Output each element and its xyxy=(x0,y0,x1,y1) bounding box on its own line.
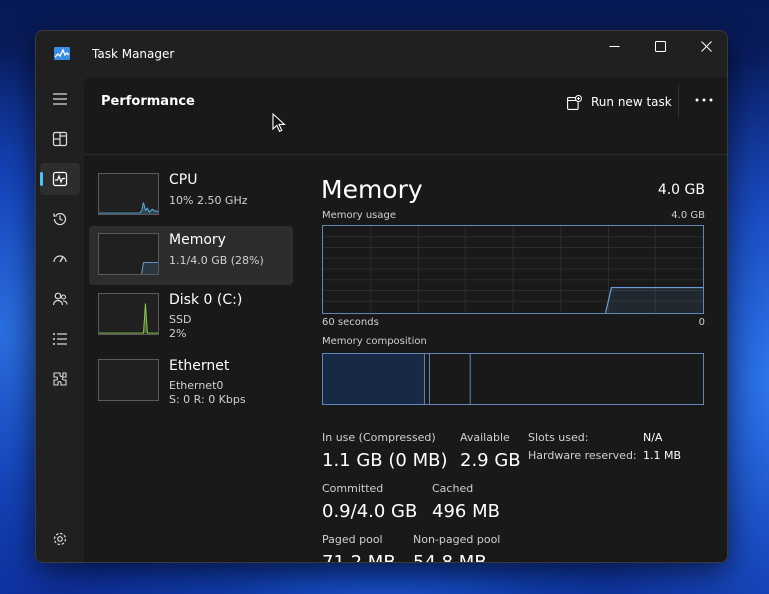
device-detail: 10% 2.50 GHz xyxy=(169,194,248,207)
slots-used-value: N/A xyxy=(643,431,663,444)
minimize-button[interactable] xyxy=(591,31,637,61)
device-item-memory[interactable]: Memory 1.1/4.0 GB (28%) xyxy=(89,226,293,285)
device-item-disk[interactable]: Disk 0 (C:) SSD 2% xyxy=(89,286,293,345)
device-name: Ethernet xyxy=(169,358,230,374)
nav-item-details[interactable] xyxy=(40,323,80,355)
available-label: Available xyxy=(460,431,510,444)
nav-item-services[interactable] xyxy=(40,363,80,395)
run-new-task-button[interactable]: Run new task xyxy=(567,91,672,113)
nav-item-processes[interactable] xyxy=(40,123,80,155)
nav-menu-toggle[interactable] xyxy=(40,83,80,115)
memory-total: 4.0 GB xyxy=(657,182,705,198)
startup-apps-icon xyxy=(53,255,67,263)
device-detail: SSD xyxy=(169,313,192,326)
device-detail-secondary: 2% xyxy=(169,327,187,340)
paged-pool-label: Paged pool xyxy=(322,533,383,546)
memory-heading: Memory xyxy=(321,175,423,204)
details-icon xyxy=(53,333,67,345)
settings-icon xyxy=(53,532,67,546)
graph-axis-right: 0 xyxy=(698,317,705,328)
disk-thumbnail-graph xyxy=(98,293,159,335)
device-detail: Ethernet0 xyxy=(169,379,224,392)
ethernet-thumbnail-graph xyxy=(98,359,159,401)
task-manager-window: Task Manager Performance Run new task CP… xyxy=(35,30,728,563)
cpu-thumbnail-graph xyxy=(98,173,159,215)
device-name: Disk 0 (C:) xyxy=(169,292,243,308)
minimize-icon xyxy=(609,45,619,47)
close-icon xyxy=(700,40,712,52)
performance-icon xyxy=(52,171,68,187)
memory-usage-label: Memory usage xyxy=(322,210,397,221)
in-use-value: 1.1 GB (0 MB) xyxy=(322,450,448,471)
nav-item-startup-apps[interactable] xyxy=(40,243,80,275)
app-history-icon xyxy=(53,212,67,226)
device-item-ethernet[interactable]: Ethernet Ethernet0 S: 0 R: 0 Kbps xyxy=(89,352,293,411)
memory-composition-label: Memory composition xyxy=(322,336,427,347)
non-paged-pool-label: Non-paged pool xyxy=(413,533,501,546)
slots-used-label: Slots used: xyxy=(528,431,589,444)
cached-value: 496 MB xyxy=(432,501,500,522)
performance-page: Performance Run new task CPU 10% 2.50 GH… xyxy=(84,77,727,563)
maximize-button[interactable] xyxy=(637,31,683,61)
hamburger-icon xyxy=(53,93,67,105)
device-name: CPU xyxy=(169,172,198,188)
device-item-cpu[interactable]: CPU 10% 2.50 GHz xyxy=(89,166,293,225)
hardware-reserved-value: 1.1 MB xyxy=(643,449,682,462)
committed-value: 0.9/4.0 GB xyxy=(322,501,418,522)
in-use-label: In use (Compressed) xyxy=(322,431,436,444)
nav-item-users[interactable] xyxy=(40,283,80,315)
non-paged-pool-value: 54.8 MB xyxy=(413,552,487,563)
mouse-pointer-icon xyxy=(272,113,286,133)
run-new-task-icon xyxy=(567,94,582,110)
more-options-button[interactable] xyxy=(690,89,718,111)
committed-label: Committed xyxy=(322,482,384,495)
close-button[interactable] xyxy=(683,31,727,61)
memory-composition-bar xyxy=(322,353,704,405)
maximize-icon xyxy=(654,40,666,52)
page-title: Performance xyxy=(101,94,195,109)
memory-thumbnail-graph xyxy=(98,233,159,275)
title-bar[interactable]: Task Manager xyxy=(36,31,727,77)
available-value: 2.9 GB xyxy=(460,450,521,471)
processes-icon xyxy=(52,131,68,147)
nav-item-settings[interactable] xyxy=(40,523,80,555)
device-detail-secondary: S: 0 R: 0 Kbps xyxy=(169,393,246,406)
cached-label: Cached xyxy=(432,482,474,495)
device-detail: 1.1/4.0 GB (28%) xyxy=(169,254,264,267)
nav-item-performance[interactable] xyxy=(40,163,80,195)
memory-usage-graph xyxy=(322,225,704,314)
task-manager-app-icon xyxy=(54,47,70,60)
navigation-pane xyxy=(36,77,84,562)
services-icon xyxy=(53,372,67,386)
header-divider xyxy=(84,154,727,155)
hardware-reserved-label: Hardware reserved: xyxy=(528,449,637,462)
device-name: Memory xyxy=(169,232,226,248)
run-new-task-label: Run new task xyxy=(591,95,672,109)
users-icon xyxy=(52,292,68,306)
header-separator xyxy=(678,85,679,117)
window-title: Task Manager xyxy=(92,47,175,61)
more-options-icon xyxy=(695,98,713,102)
graph-axis-left: 60 seconds xyxy=(322,317,379,328)
paged-pool-value: 71.2 MB xyxy=(322,552,396,563)
memory-usage-max: 4.0 GB xyxy=(671,210,705,221)
nav-item-app-history[interactable] xyxy=(40,203,80,235)
